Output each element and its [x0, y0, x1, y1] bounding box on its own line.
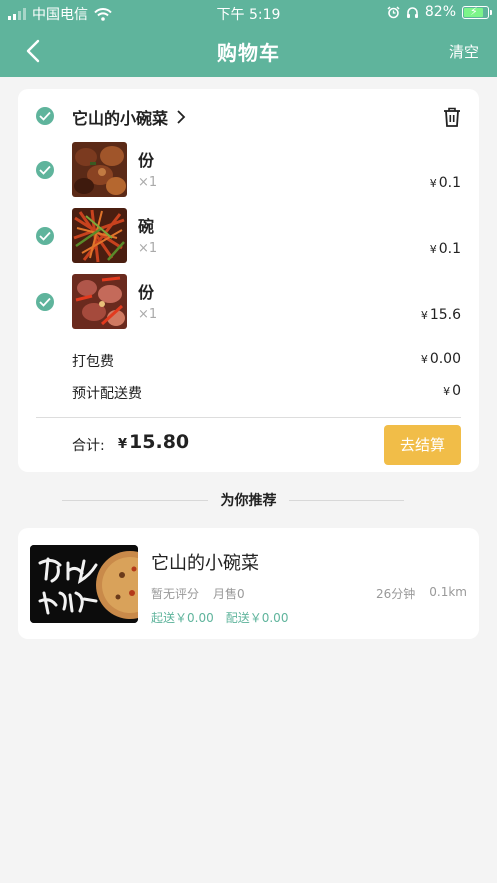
alarm-icon — [387, 5, 400, 18]
item-quantity: ×1 — [138, 307, 158, 322]
battery-icon: ⚡ — [462, 5, 492, 19]
shop-checkbox[interactable] — [36, 107, 54, 125]
shop-delivery-fee: 配送￥0.00 — [225, 611, 289, 625]
header: 中国电信 下午 5:19 82% ⚡ 购物车 清空 — [0, 0, 497, 77]
recommend-title: 为你推荐 — [220, 493, 277, 509]
cart-item: 份 ×1 ¥15.6 — [18, 274, 479, 330]
shop-min-order: 起送￥0.00 — [151, 611, 214, 625]
total-value: ¥15.80 — [118, 431, 190, 453]
shop-delivery-time: 26分钟 — [375, 587, 416, 601]
delivery-fee-row: 预计配送费 ¥0 — [72, 383, 461, 403]
shop-delivery-info: 26分钟 0.1km — [376, 585, 467, 602]
shop-fees: 起送￥0.00 配送￥0.00 — [151, 609, 288, 626]
headphones-icon — [406, 6, 418, 18]
total-label: 合计: — [72, 438, 105, 454]
shop-monthly-sales: 月售0 — [213, 587, 245, 601]
page-title: 购物车 — [217, 41, 280, 65]
item-price: ¥0.1 — [429, 175, 461, 191]
delivery-fee-value: ¥0 — [443, 383, 461, 399]
clear-cart-button[interactable]: 清空 — [449, 41, 479, 62]
shop-rating: 暂无评分 — [151, 587, 200, 601]
item-image-spicy-meat — [72, 274, 127, 329]
item-image-stir-fry — [72, 208, 127, 263]
item-checkbox[interactable] — [36, 161, 54, 179]
chevron-right-icon — [177, 110, 186, 124]
shop-meta: 暂无评分 月售0 — [151, 585, 245, 602]
shop-name: 它山的小碗菜 — [72, 109, 169, 128]
shop-logo-image — [30, 545, 138, 623]
shop-distance: 0.1km — [429, 585, 467, 599]
divider — [36, 417, 461, 418]
status-bar: 中国电信 下午 5:19 82% ⚡ — [0, 0, 497, 26]
item-quantity: ×1 — [138, 241, 158, 256]
item-name: 份 — [138, 151, 155, 170]
item-name: 碗 — [138, 217, 155, 236]
item-quantity: ×1 — [138, 175, 158, 190]
recommended-shop-card[interactable]: 它山的小碗菜 暂无评分 月售0 26分钟 0.1km 起送￥0.00 配送￥0.… — [18, 528, 479, 639]
checkout-button[interactable]: 去结算 — [384, 425, 461, 465]
item-checkbox[interactable] — [36, 227, 54, 245]
item-name: 份 — [138, 283, 155, 302]
item-checkbox[interactable] — [36, 293, 54, 311]
nav-bar: 购物车 清空 — [0, 28, 497, 74]
packing-fee-row: 打包费 ¥0.00 — [72, 351, 461, 371]
packing-fee-value: ¥0.00 — [420, 351, 461, 367]
delivery-fee-label: 预计配送费 — [72, 386, 142, 402]
cart-item: 份 ×1 ¥0.1 — [18, 142, 479, 198]
trash-icon[interactable] — [442, 106, 462, 128]
battery-percent: 82% — [424, 4, 456, 20]
cart-card: 它山的小碗菜 份 ×1 ¥0.1 碗 ×1 ¥ 0.1 份 ×1 ¥ 15.6 … — [18, 89, 479, 472]
item-image-braised — [72, 142, 127, 197]
packing-fee-label: 打包费 — [72, 354, 114, 370]
recommended-shop-name: 它山的小碗菜 — [151, 553, 259, 574]
item-price: ¥15.6 — [420, 307, 461, 323]
item-price: ¥0.1 — [429, 241, 461, 257]
shop-name-link[interactable]: 它山的小碗菜 — [72, 105, 186, 129]
cart-item: 碗 ×1 ¥0.1 — [18, 208, 479, 264]
